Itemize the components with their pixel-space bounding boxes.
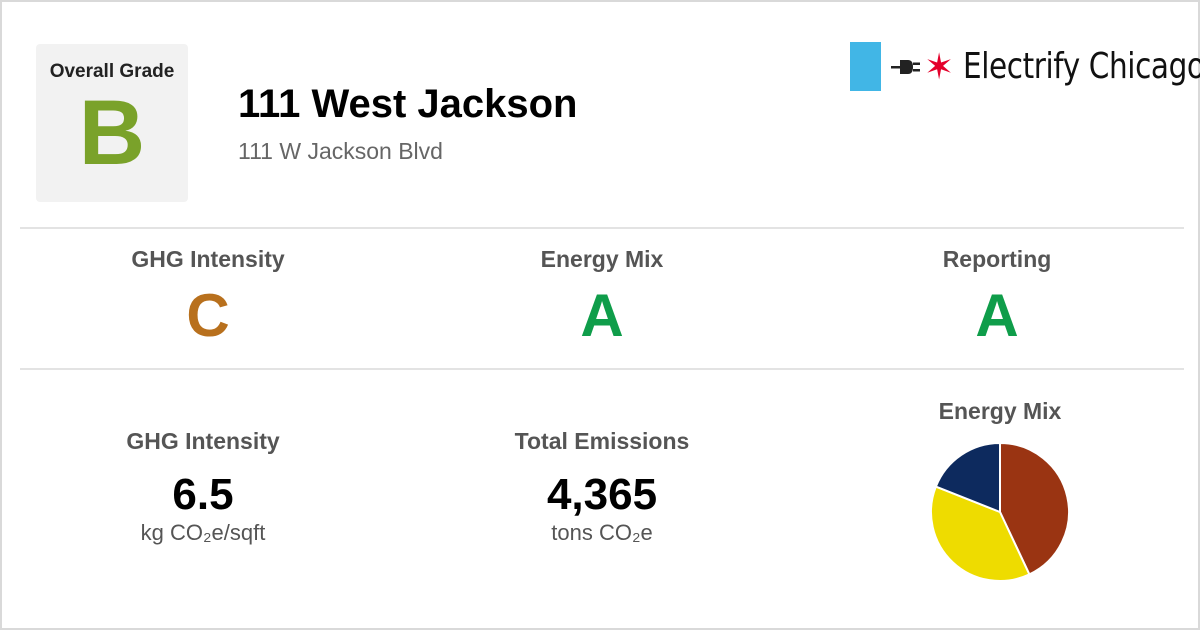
ghg-intensity-unit: kg CO₂e/sqft [140, 520, 266, 545]
energy-mix-pie-chart [930, 441, 1070, 582]
overall-grade-letter: B [78, 82, 146, 184]
building-grade-card: Overall Grade B 111 West Jackson 111 W J… [0, 0, 1200, 630]
total-emissions-unit: tons CO₂e [551, 520, 653, 545]
plug-icon [891, 60, 920, 74]
ghg-intensity-grade-label: GHG Intensity [131, 246, 285, 272]
energy-mix-grade: Energy Mix A [452, 246, 752, 349]
ghg-intensity-grade: GHG Intensity C [58, 246, 358, 349]
total-emissions-label: Total Emissions [514, 428, 690, 454]
red-star-icon: ✶ [924, 46, 955, 87]
reporting-grade-label: Reporting [942, 246, 1052, 272]
overall-grade-label: Overall Grade [49, 61, 175, 82]
energy-mix-chart-title: Energy Mix [938, 398, 1062, 424]
divider [20, 368, 1184, 370]
ghg-intensity-metric: GHG Intensity 6.5 kg CO₂e/sqft [53, 428, 353, 546]
energy-mix-grade-label: Energy Mix [540, 246, 664, 272]
energy-mix-grade-letter: A [580, 282, 624, 349]
total-emissions-value: 4,365 [546, 470, 658, 519]
energy-mix-chart-block: Energy Mix [850, 398, 1150, 583]
divider [20, 227, 1184, 229]
logo-text: Electrify Chicago [963, 46, 1200, 87]
ghg-intensity-grade-letter: C [186, 282, 230, 349]
reporting-grade-letter: A [975, 282, 1019, 349]
total-emissions-metric: Total Emissions 4,365 tons CO₂e [452, 428, 752, 546]
electrify-chicago-logo[interactable]: ✶ Electrify Chicago [850, 42, 1200, 92]
overall-grade-box: Overall Grade B [36, 44, 188, 202]
building-name: 111 West Jackson [238, 82, 578, 126]
reporting-grade: Reporting A [847, 246, 1147, 349]
building-address: 111 W Jackson Blvd [238, 138, 443, 164]
chicago-flag-stripe-icon [850, 42, 881, 91]
ghg-intensity-metric-label: GHG Intensity [126, 428, 280, 454]
ghg-intensity-value: 6.5 [172, 470, 234, 519]
